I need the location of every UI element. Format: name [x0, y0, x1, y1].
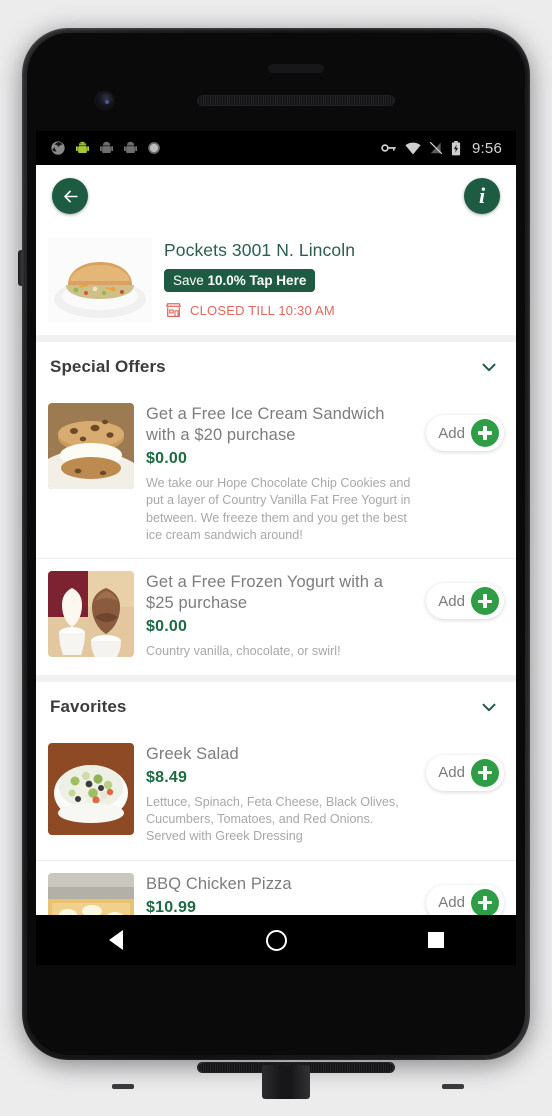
item-description: Lettuce, Spinach, Feta Cheese, Black Oli…	[146, 794, 399, 844]
menu-item[interactable]: Get a Free Ice Cream Sandwich with a $20…	[36, 391, 516, 559]
item-body: Get a Free Ice Cream Sandwich with a $20…	[146, 403, 414, 544]
add-label: Add	[438, 894, 465, 912]
greek-salad-image	[48, 742, 134, 835]
item-thumbnail	[48, 403, 134, 489]
item-name: BBQ Chicken Pizza	[146, 874, 292, 893]
plus-icon	[471, 758, 499, 787]
item-price: $0.00	[146, 449, 188, 467]
plus-icon	[471, 419, 499, 447]
android-gray-icon	[99, 141, 114, 153]
item-description: Country vanilla, chocolate, or swirl!	[146, 644, 341, 659]
restaurant-info: Pockets 3001 N. Lincoln Save 10.0% Tap H…	[164, 237, 355, 319]
circle-gray-icon	[148, 142, 160, 154]
chevron-down-icon[interactable]	[478, 696, 500, 718]
frozen-yogurt-image	[48, 571, 134, 658]
storefront-icon	[166, 303, 181, 318]
arrow-left-icon	[63, 190, 78, 202]
phone-stand	[262, 1065, 310, 1099]
volume-button[interactable]	[18, 250, 23, 286]
bottom-edge-right	[442, 1084, 464, 1089]
front-camera-icon	[96, 92, 113, 109]
save-amount: 10.0% Tap Here	[207, 273, 307, 288]
add-label: Add	[438, 424, 465, 442]
signal-off-icon	[429, 141, 443, 155]
section-title: Special Offers	[50, 357, 166, 376]
bottom-edge-left	[112, 1084, 134, 1089]
section-header-special-offers[interactable]: Special Offers	[36, 342, 516, 391]
info-icon: i	[478, 183, 486, 208]
menu-item[interactable]: Greek Salad $8.49 Lettuce, Spinach, Feta…	[36, 730, 516, 860]
chevron-down-icon[interactable]	[478, 356, 500, 378]
menu-item[interactable]: Get a Free Frozen Yogurt with a $25 purc…	[36, 558, 516, 675]
add-to-cart-button[interactable]: Add	[426, 754, 504, 791]
top-speaker-grille	[198, 96, 394, 105]
item-name: Get a Free Frozen Yogurt with a $25 purc…	[146, 573, 383, 613]
add-to-cart-button[interactable]: Add	[426, 583, 504, 620]
item-body: Get a Free Frozen Yogurt with a $25 purc…	[146, 571, 414, 660]
home-circle-icon	[265, 929, 287, 951]
item-body: Greek Salad $8.49 Lettuce, Spinach, Feta…	[146, 743, 414, 846]
save-offer-badge[interactable]: Save 10.0% Tap Here	[164, 269, 316, 292]
earpiece-slot	[268, 64, 324, 73]
status-bar-right-icons: 9:56	[381, 140, 502, 157]
plus-icon	[471, 587, 499, 616]
status-bar-left-icons	[50, 140, 381, 156]
special-offers-section: Special Offers Get a Free Ice Cream Sand…	[36, 342, 516, 675]
add-to-cart-button[interactable]: Add	[426, 415, 504, 451]
section-header-favorites[interactable]: Favorites	[36, 681, 516, 731]
restaurant-thumbnail	[48, 237, 152, 323]
nav-back-button[interactable]	[81, 915, 151, 965]
store-status-row: CLOSED TILL 10:30 AM	[164, 301, 355, 319]
item-name: Greek Salad	[146, 744, 239, 763]
phone-screen: 9:56 i Pockets 3001 N. Lincoln Save 10.0…	[36, 131, 516, 965]
item-price: $8.49	[146, 768, 188, 786]
restaurant-name: Pockets 3001 N. Lincoln	[164, 240, 356, 260]
plus-icon	[471, 888, 499, 917]
android-navigation-bar	[36, 915, 516, 965]
menu-scroll-area[interactable]: Pockets 3001 N. Lincoln Save 10.0% Tap H…	[36, 227, 516, 965]
store-status-text: CLOSED TILL 10:30 AM	[190, 302, 335, 318]
section-title: Favorites	[50, 696, 127, 716]
item-body: BBQ Chicken Pizza $10.99	[146, 873, 414, 917]
nav-home-button[interactable]	[241, 915, 311, 965]
android-green-icon	[75, 141, 90, 153]
recents-square-icon	[428, 932, 444, 948]
sync-swirl-icon	[51, 141, 65, 155]
save-prefix: Save	[173, 273, 208, 288]
wifi-icon	[405, 142, 421, 154]
add-label: Add	[438, 592, 465, 610]
back-button[interactable]	[52, 178, 88, 214]
status-bar-clock: 9:56	[472, 139, 502, 157]
nav-recents-button[interactable]	[401, 915, 471, 965]
add-label: Add	[438, 764, 465, 782]
status-bar: 9:56	[36, 131, 516, 165]
item-description: We take our Hope Chocolate Chip Cookies …	[146, 475, 411, 543]
vpn-key-icon	[381, 144, 396, 152]
item-thumbnail	[48, 571, 134, 658]
restaurant-header-card[interactable]: Pockets 3001 N. Lincoln Save 10.0% Tap H…	[36, 227, 516, 335]
info-button[interactable]: i	[464, 178, 500, 214]
item-name: Get a Free Ice Cream Sandwich with a $20…	[146, 405, 385, 444]
back-triangle-icon	[109, 930, 123, 950]
item-price: $0.00	[146, 618, 188, 636]
sandwich-plate-image	[48, 237, 152, 323]
ice-cream-sandwich-image	[48, 403, 134, 489]
item-thumbnail	[48, 742, 134, 835]
app-bar: i	[36, 165, 516, 227]
battery-charging-icon	[451, 140, 461, 155]
android-gray-icon-2	[123, 141, 138, 153]
